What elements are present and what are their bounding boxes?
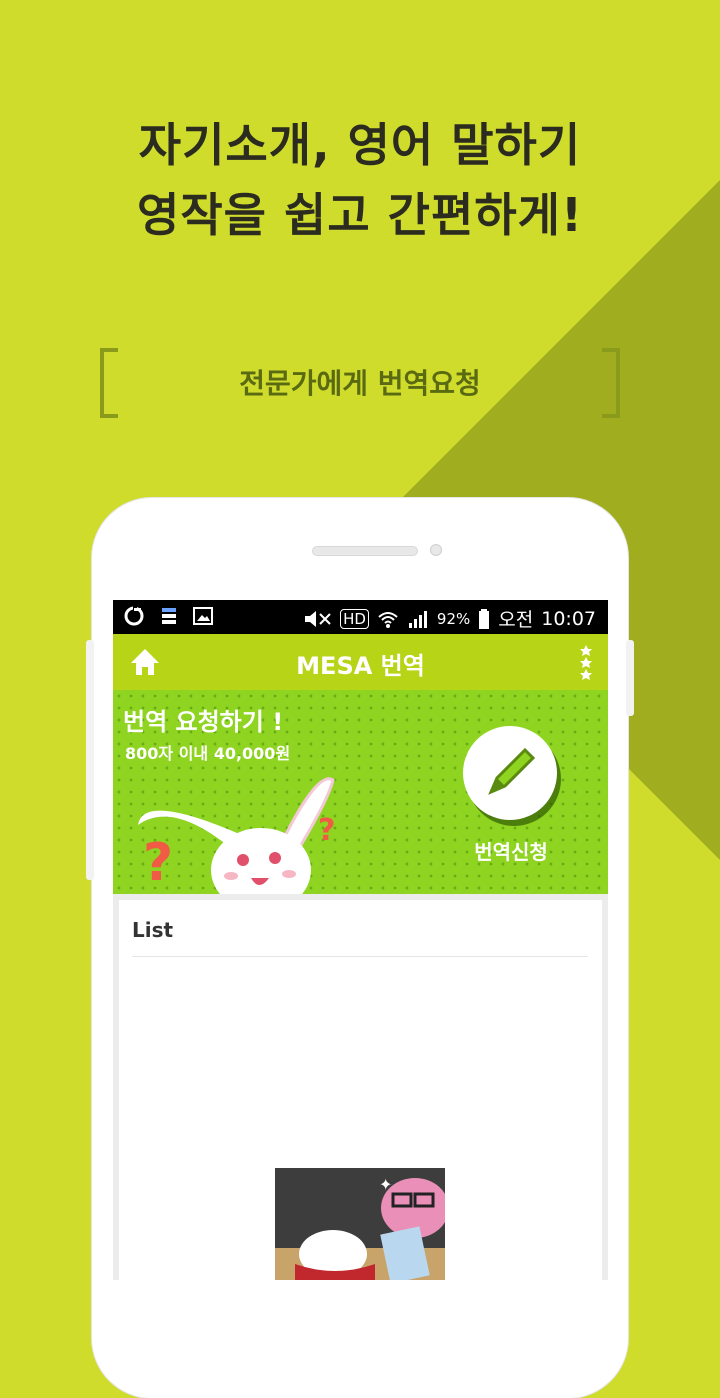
- status-bar: HD 92% 오전 10:07: [113, 600, 608, 634]
- gallery-icon: [193, 607, 213, 625]
- app-bar: MESA 번역: [113, 634, 608, 690]
- svg-text:?: ?: [143, 833, 173, 893]
- clock-ampm: 오전: [498, 609, 534, 631]
- list-title: List: [132, 918, 174, 942]
- svg-text:✦: ✦: [379, 1175, 392, 1194]
- wifi-icon: [378, 611, 398, 628]
- subtitle-bracket: 전문가에게 번역요청: [100, 348, 620, 418]
- translate-request-button[interactable]: [463, 726, 557, 820]
- battery-percent: 92%: [436, 609, 471, 628]
- phone-speaker: [312, 546, 418, 556]
- app-title: MESA 번역: [296, 652, 425, 680]
- carrier-icon: [124, 606, 144, 626]
- classroom-illustration: ✦: [275, 1168, 445, 1280]
- phone-camera: [430, 544, 442, 556]
- pencil-icon: [488, 747, 536, 795]
- mute-vibrate-icon: [305, 610, 331, 627]
- bunny-illustration: ? ?: [138, 777, 335, 894]
- list-item-thumbnail[interactable]: ✦: [275, 1168, 445, 1280]
- request-banner: 번역 요청하기 ! 800자 이내 40,000원 ? ? 번역신청: [113, 690, 608, 894]
- translate-request-label[interactable]: 번역신청: [463, 836, 559, 865]
- overflow-menu-button[interactable]: [578, 644, 594, 682]
- headline: 자기소개, 영어 말하기 영작을 쉽고 간편하게!: [0, 110, 720, 250]
- signal-icon: [408, 610, 427, 628]
- subtitle: 전문가에게 번역요청: [239, 367, 481, 400]
- star-menu-icon: [580, 645, 592, 680]
- headline-line-2: 영작을 쉽고 간편하게!: [137, 188, 583, 242]
- svg-text:?: ?: [318, 813, 335, 848]
- list-card: List ✦: [119, 900, 602, 1280]
- clock-time: 10:07: [541, 607, 596, 630]
- phone-side-button: [626, 640, 634, 716]
- phone-screen: HD 92% 오전 10:07 MESA 번역 번역 요청하기 ! 800자 이…: [113, 600, 608, 1280]
- headline-line-1: 자기소개, 영어 말하기: [138, 118, 582, 172]
- bracket-right: [602, 348, 620, 418]
- phone-side-left: [86, 640, 94, 880]
- battery-icon: [479, 608, 490, 629]
- storage-icon: [162, 608, 176, 624]
- list-divider: [132, 956, 588, 957]
- hd-badge: HD: [340, 608, 369, 629]
